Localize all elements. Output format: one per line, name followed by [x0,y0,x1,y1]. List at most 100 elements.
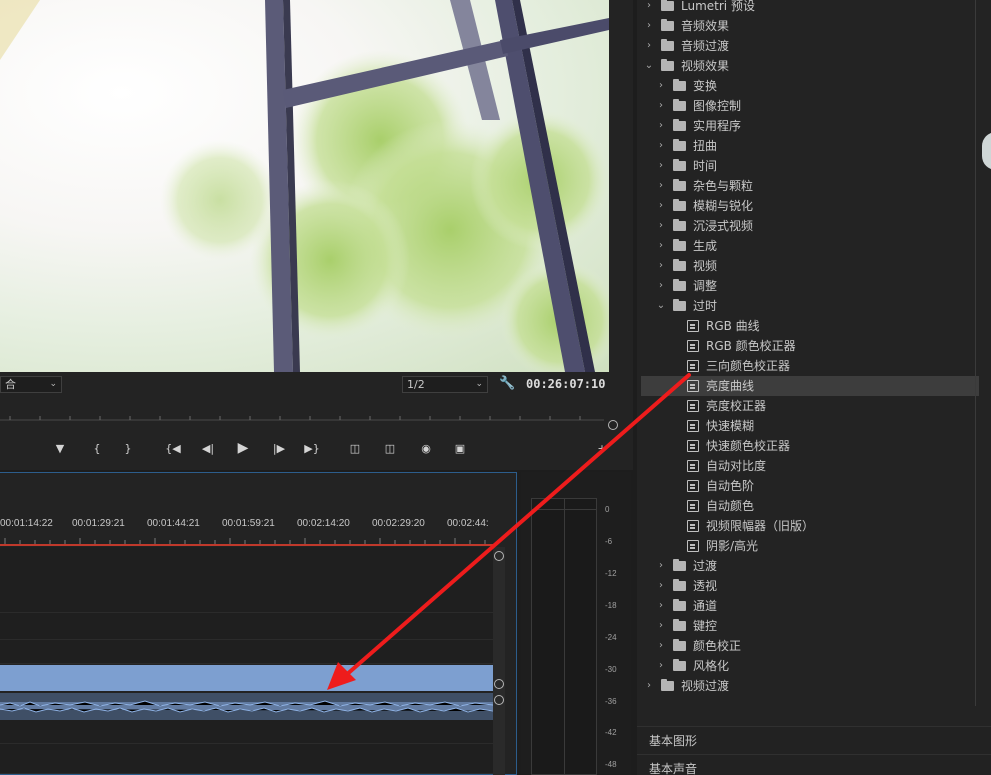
effect-item[interactable]: 亮度曲线 [641,376,979,396]
add-button-icon[interactable]: + [593,441,611,457]
effect-icon [687,320,699,332]
compare-view-icon[interactable]: ▣ [451,441,469,457]
playback-resolution-select[interactable]: 1/2 ⌄ [402,376,488,393]
effect-folder[interactable]: › 生成 [641,236,979,256]
tree-item-label: 快速颜色校正器 [706,439,791,453]
chevron-right-icon[interactable]: › [655,276,667,296]
monitor-scrub-ruler[interactable] [0,406,612,421]
chevron-right-icon[interactable]: › [655,216,667,236]
effect-folder[interactable]: › 沉浸式视频 [641,216,979,236]
chevron-right-icon[interactable]: › [655,176,667,196]
wrench-icon[interactable]: 🔧 [499,376,515,391]
effect-folder[interactable]: › 变换 [641,76,979,96]
chevron-right-icon[interactable]: › [655,256,667,276]
effect-folder[interactable]: › 杂色与颗粒 [641,176,979,196]
step-forward-icon[interactable]: |▶ [270,441,288,457]
go-to-in-icon[interactable]: {◀ [164,441,182,457]
effect-icon [687,480,699,492]
audio-track[interactable] [0,720,493,744]
video-track[interactable] [0,547,493,613]
panel-basic-sound[interactable]: 基本声音 [637,754,991,775]
chevron-right-icon[interactable]: › [643,676,655,696]
chevron-right-icon[interactable]: › [643,16,655,36]
audio-clip[interactable] [0,693,494,720]
effect-item[interactable]: 自动色阶 [641,476,979,496]
effect-folder[interactable]: › 过渡 [641,556,979,576]
tree-item-label: 图像控制 [693,99,742,113]
timeline-scrollbar[interactable] [493,547,505,775]
effect-folder[interactable]: › 调整 [641,276,979,296]
video-clip[interactable] [0,665,493,691]
work-area-bar[interactable] [0,544,493,546]
effect-folder[interactable]: › 实用程序 [641,116,979,136]
scrollbar-handle-mid[interactable] [494,679,504,689]
effect-folder[interactable]: › 视频 [641,256,979,276]
effect-item[interactable]: RGB 颜色校正器 [641,336,979,356]
add-marker-icon[interactable]: ▼ [51,441,69,457]
chevron-right-icon[interactable]: › [655,596,667,616]
chevron-right-icon[interactable]: › [655,656,667,676]
mark-in-icon[interactable]: { [88,441,106,457]
effect-folder[interactable]: › 透视 [641,576,979,596]
chevron-right-icon[interactable]: › [655,196,667,216]
effect-folder[interactable]: › 颜色校正 [641,636,979,656]
effect-item[interactable]: 自动颜色 [641,496,979,516]
chevron-right-icon[interactable]: › [655,136,667,156]
effect-folder[interactable]: › 图像控制 [641,96,979,116]
effect-folder[interactable]: › 音频过渡 [641,36,979,56]
video-track[interactable] [0,613,493,640]
effect-folder[interactable]: › 扭曲 [641,136,979,156]
effect-folder[interactable]: ⌄ 过时 [641,296,979,316]
playhead-timecode[interactable]: 00:26:07:10 [526,377,605,391]
scrollbar-handle-bottom[interactable] [494,695,504,705]
effect-item[interactable]: 自动对比度 [641,456,979,476]
effect-item[interactable]: 阴影/高光 [641,536,979,556]
extract-icon[interactable]: ◫ [381,441,399,457]
effect-item[interactable]: 快速模糊 [641,416,979,436]
chevron-down-icon[interactable]: ⌄ [655,296,667,316]
effect-folder[interactable]: › 音频效果 [641,16,979,36]
effect-folder[interactable]: › 通道 [641,596,979,616]
chevron-right-icon[interactable]: › [655,556,667,576]
panel-basic-graphics[interactable]: 基本图形 [637,726,991,754]
chevron-right-icon[interactable]: › [655,116,667,136]
export-frame-icon[interactable]: ◉ [417,441,435,457]
effect-folder[interactable]: › 风格化 [641,656,979,676]
video-track[interactable] [0,640,493,664]
play-icon[interactable]: ▶ [234,440,252,456]
chevron-right-icon[interactable]: › [655,236,667,256]
effect-item[interactable]: 亮度校正器 [641,396,979,416]
chevron-right-icon[interactable]: › [643,0,655,16]
go-to-out-icon[interactable]: ▶} [303,441,321,457]
tree-item-label: 过时 [693,299,718,313]
chevron-down-icon[interactable]: ⌄ [643,56,655,76]
effect-item[interactable]: 快速颜色校正器 [641,436,979,456]
chevron-right-icon[interactable]: › [643,36,655,56]
effect-folder[interactable]: › 时间 [641,156,979,176]
chevron-right-icon[interactable]: › [655,636,667,656]
effect-folder[interactable]: ⌄ 视频效果 [641,56,979,76]
scrollbar-handle-top[interactable] [494,551,504,561]
chevron-right-icon[interactable]: › [655,76,667,96]
chevron-right-icon[interactable]: › [655,156,667,176]
fit-zoom-select[interactable]: 合 ⌄ [0,376,62,393]
timeline-timestamp: 00:02:44: [447,518,489,529]
step-back-icon[interactable]: ◀| [199,441,217,457]
chevron-right-icon[interactable]: › [655,616,667,636]
chevron-right-icon[interactable]: › [655,576,667,596]
scroll-indicator[interactable] [982,132,991,170]
effect-item[interactable]: 视频限幅器（旧版） [641,516,979,536]
mark-out-icon[interactable]: } [119,441,137,457]
timeline-ruler[interactable] [0,531,493,545]
chevron-right-icon[interactable]: › [655,96,667,116]
lift-icon[interactable]: ◫ [346,441,364,457]
effect-item[interactable]: 三向颜色校正器 [641,356,979,376]
db-label: -42 [605,728,617,737]
audio-track[interactable] [0,744,493,774]
scrub-end-handle[interactable] [608,420,618,430]
effect-folder[interactable]: › 视频过渡 [641,676,979,696]
effect-item[interactable]: RGB 曲线 [641,316,979,336]
effect-folder[interactable]: › Lumetri 预设 [641,0,979,16]
effect-folder[interactable]: › 模糊与锐化 [641,196,979,216]
effect-folder[interactable]: › 键控 [641,616,979,636]
